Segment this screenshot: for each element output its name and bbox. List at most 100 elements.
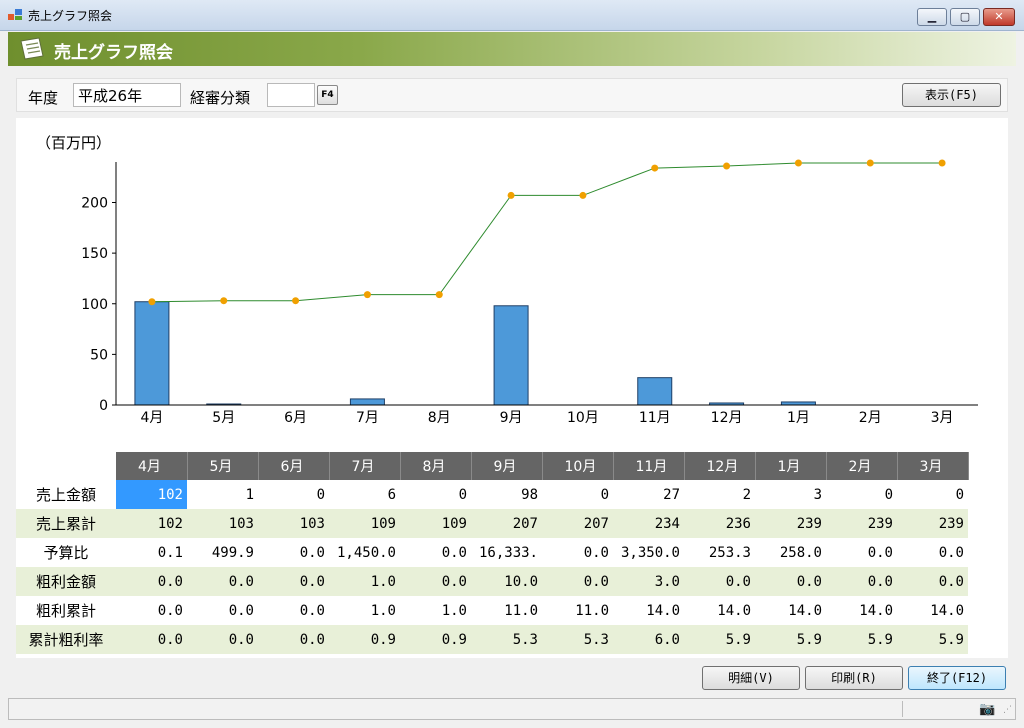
table-cell[interactable]: 253.3	[684, 538, 755, 567]
detail-button[interactable]: 明細(V)	[702, 666, 800, 690]
table-cell[interactable]: 0.0	[187, 567, 258, 596]
table-cell[interactable]: 14.0	[613, 596, 684, 625]
table-cell[interactable]: 109	[400, 509, 471, 538]
table-cell[interactable]: 109	[329, 509, 400, 538]
bar	[349, 398, 385, 406]
print-button[interactable]: 印刷(R)	[805, 666, 903, 690]
table-cell[interactable]: 11.0	[542, 596, 613, 625]
year-input[interactable]	[73, 83, 181, 107]
table-cell[interactable]: 14.0	[755, 596, 826, 625]
table-cell[interactable]: 1,450.0	[329, 538, 400, 567]
table-cell[interactable]: 0.1	[116, 538, 187, 567]
table-cell[interactable]: 5.9	[897, 625, 968, 654]
camera-icon[interactable]: 📷	[979, 702, 995, 717]
table-cell[interactable]: 14.0	[684, 596, 755, 625]
table-cell[interactable]: 0.0	[826, 538, 897, 567]
filter-bar: 年度 経審分類 F4 表示(F5)	[16, 78, 1008, 112]
table-cell[interactable]: 6	[329, 480, 400, 509]
table-cell[interactable]: 5.9	[826, 625, 897, 654]
table-cell[interactable]: 0.0	[755, 567, 826, 596]
table-cell[interactable]: 1	[187, 480, 258, 509]
table-row: 累計粗利率 0.0 0.0 0.0 0.9 0.9 5.3 5.3 6.0 5.9 5.9 5.9 5.…	[16, 625, 968, 654]
table-cell[interactable]: 0.0	[258, 596, 329, 625]
maximize-button[interactable]: ▢	[950, 8, 980, 26]
table-cell[interactable]: 3.0	[613, 567, 684, 596]
line-point	[723, 162, 731, 170]
line-point	[148, 298, 156, 306]
table-cell[interactable]: 0.0	[258, 567, 329, 596]
show-button[interactable]: 表示(F5)	[902, 83, 1001, 107]
table-cell[interactable]: 499.9	[187, 538, 258, 567]
x-axis: 4月 5月 6月 7月 8月 9月 10月 11月 12月 1月 2月 3月	[116, 404, 978, 426]
exit-button[interactable]: 終了(F12)	[908, 666, 1006, 690]
table-cell[interactable]: 0.0	[897, 567, 968, 596]
table-cell[interactable]: 3	[755, 480, 826, 509]
table-cell[interactable]: 102	[116, 480, 187, 509]
table-cell[interactable]: 0	[897, 480, 968, 509]
table-cell[interactable]: 102	[116, 509, 187, 538]
table-cell[interactable]: 6.0	[613, 625, 684, 654]
table-cell[interactable]: 236	[684, 509, 755, 538]
minimize-button[interactable]: ▁	[917, 8, 947, 26]
table-cell[interactable]: 14.0	[897, 596, 968, 625]
table-cell[interactable]: 1.0	[329, 596, 400, 625]
maximize-icon: ▢	[959, 10, 971, 23]
table-cell[interactable]: 239	[897, 509, 968, 538]
category-input[interactable]	[267, 83, 315, 107]
table-cell[interactable]: 3,350.0	[613, 538, 684, 567]
table-cell[interactable]: 0.0	[897, 538, 968, 567]
table-cell[interactable]: 239	[755, 509, 826, 538]
table-cell[interactable]: 0.0	[826, 567, 897, 596]
table-cell[interactable]: 0.0	[258, 625, 329, 654]
x-tick-label: 7月	[356, 410, 379, 426]
status-separator	[902, 701, 903, 717]
table-cell[interactable]: 207	[542, 509, 613, 538]
table-cell[interactable]: 5.3	[471, 625, 542, 654]
table-cell[interactable]: 11.0	[471, 596, 542, 625]
table-cell[interactable]: 0.0	[187, 625, 258, 654]
column-header: 3月	[897, 452, 969, 480]
table-cell[interactable]: 98	[471, 480, 542, 509]
table-cell[interactable]: 0.0	[116, 625, 187, 654]
table-cell[interactable]: 103	[258, 509, 329, 538]
line-point	[579, 191, 587, 199]
table-cell[interactable]: 16,333.	[471, 538, 542, 567]
table-cell[interactable]: 10.0	[471, 567, 542, 596]
table-cell[interactable]: 27	[613, 480, 684, 509]
table-header-row: 4月 5月 6月 7月 8月 9月 10月 11月 12月 1月 2月 3月	[16, 452, 969, 480]
table-cell[interactable]: 234	[613, 509, 684, 538]
resize-grip-icon[interactable]: ⋰	[1003, 705, 1012, 715]
table-cell[interactable]: 1.0	[400, 596, 471, 625]
table-cell[interactable]: 0.9	[400, 625, 471, 654]
table-cell[interactable]: 0.0	[116, 596, 187, 625]
table-cell[interactable]: 0.0	[258, 538, 329, 567]
x-tick-label: 9月	[500, 410, 523, 426]
close-button[interactable]: ✕	[983, 8, 1015, 26]
table-cell[interactable]: 0.0	[542, 567, 613, 596]
table-cell[interactable]: 258.0	[755, 538, 826, 567]
table-cell[interactable]: 0.0	[400, 567, 471, 596]
table-cell[interactable]: 1.0	[329, 567, 400, 596]
table-cell[interactable]: 5.3	[542, 625, 613, 654]
x-tick-label: 12月	[711, 410, 743, 426]
table-cell[interactable]: 0.0	[684, 567, 755, 596]
table-cell[interactable]: 0	[542, 480, 613, 509]
f4-lookup-button[interactable]: F4	[317, 85, 338, 105]
table-cell[interactable]: 14.0	[826, 596, 897, 625]
table-cell[interactable]: 0.9	[329, 625, 400, 654]
table-cell[interactable]: 2	[684, 480, 755, 509]
table-cell[interactable]: 5.9	[684, 625, 755, 654]
table-cell[interactable]: 0.0	[187, 596, 258, 625]
table-cell[interactable]: 0.0	[116, 567, 187, 596]
table-cell[interactable]: 103	[187, 509, 258, 538]
table-cell[interactable]: 0	[258, 480, 329, 509]
table-cell[interactable]: 239	[826, 509, 897, 538]
table-cell[interactable]: 0	[400, 480, 471, 509]
column-header: 2月	[826, 452, 898, 480]
table-cell[interactable]: 0.0	[542, 538, 613, 567]
table-cell[interactable]: 0	[826, 480, 897, 509]
table-cell[interactable]: 207	[471, 509, 542, 538]
table-cell[interactable]: 5.9	[755, 625, 826, 654]
table-cell[interactable]: 0.0	[400, 538, 471, 567]
y-axis-unit-label: （百万円）	[36, 134, 111, 152]
